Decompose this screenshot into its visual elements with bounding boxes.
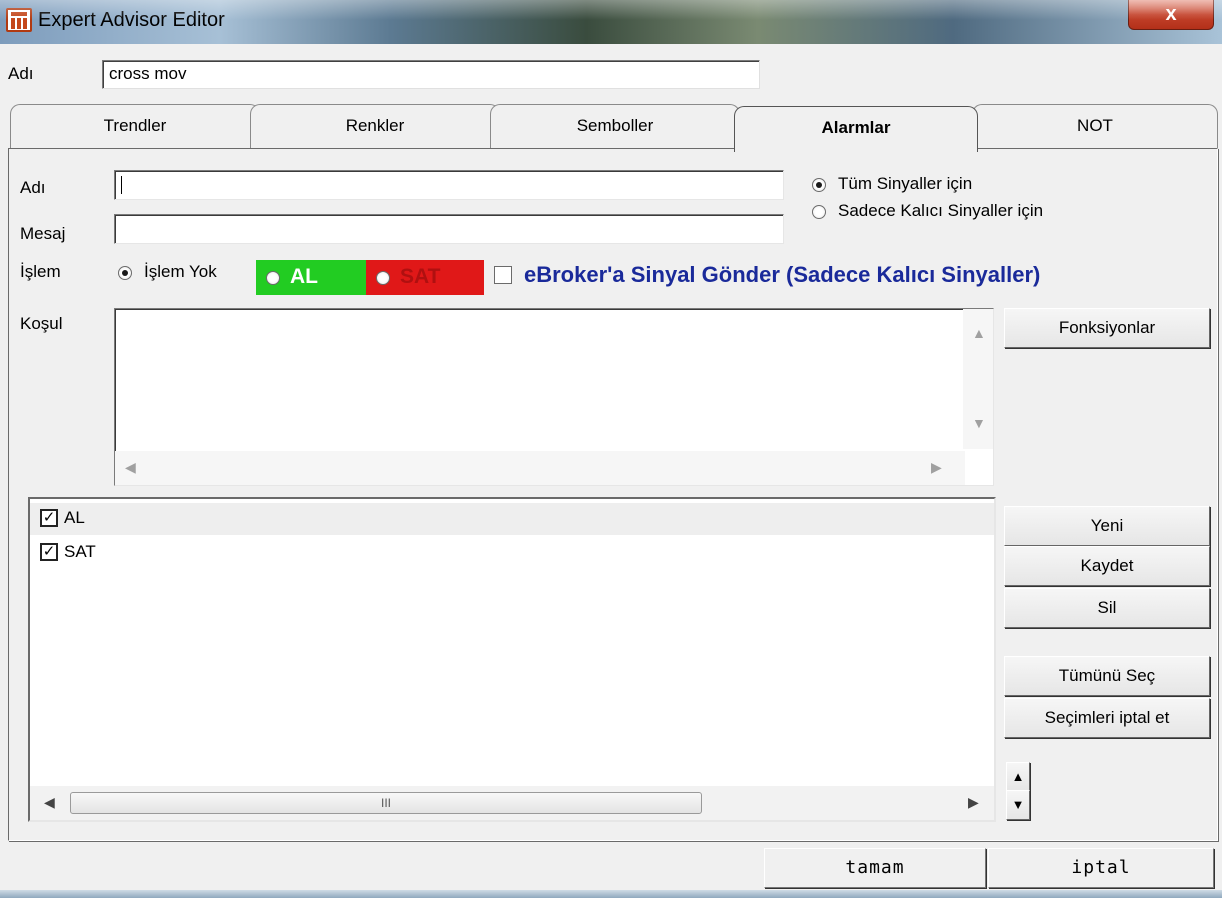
list-item-al-label: AL [64, 508, 85, 527]
ebroker-label: eBroker'a Sinyal Gönder (Sadece Kalıcı S… [524, 262, 1041, 287]
text-caret [121, 176, 122, 194]
list-item-sat-label: SAT [64, 542, 96, 561]
ok-button[interactable]: tamam [764, 848, 986, 888]
functions-button[interactable]: Fonksiyonlar [1004, 308, 1210, 348]
condition-textarea[interactable]: ▲ ▼ ◀ ▶ [114, 308, 994, 486]
list-scroll-thumb[interactable]: III [70, 792, 702, 814]
scope-persistent-label: Sadece Kalıcı Sinyaller için [838, 201, 1044, 220]
window-title: Expert Advisor Editor [38, 9, 225, 31]
action-sell-option[interactable]: SAT [366, 260, 484, 295]
scroll-up-icon[interactable]: ▲ [972, 325, 986, 341]
new-button[interactable]: Yeni [1004, 506, 1210, 546]
scroll-right-icon[interactable]: ▶ [931, 459, 942, 476]
tab-trendler[interactable]: Trendler [10, 104, 260, 148]
condition-label: Koşul [20, 314, 63, 333]
action-buy-radio[interactable] [266, 271, 280, 285]
move-down-button[interactable]: ▼ [1006, 790, 1030, 820]
close-button[interactable]: x [1128, 0, 1214, 30]
list-hscrollbar[interactable]: ◀ III ▶ [30, 786, 994, 820]
alarm-name-input[interactable] [114, 170, 784, 200]
move-up-button[interactable]: ▲ [1006, 762, 1030, 792]
action-sell-radio[interactable] [376, 271, 390, 285]
app-icon [6, 8, 32, 32]
action-sell-label: SAT [400, 265, 441, 288]
list-item-al-checkbox[interactable]: ✓ [40, 509, 58, 527]
alarm-list[interactable]: ✓ AL ✓ SAT ◀ III ▶ [28, 497, 996, 822]
title-bar[interactable]: Expert Advisor Editor x [0, 0, 1222, 44]
action-buy-label: AL [290, 265, 318, 288]
message-input[interactable] [114, 214, 784, 244]
select-all-button[interactable]: Tümünü Seç [1004, 656, 1210, 696]
window-bottom-edge [0, 890, 1222, 898]
alarm-name-label: Adı [20, 178, 46, 197]
scope-group: Tüm Sinyaller için Sadece Kalıcı Sinyall… [798, 168, 1208, 244]
action-label: İşlem [20, 262, 61, 281]
save-button[interactable]: Kaydet [1004, 546, 1210, 586]
message-label: Mesaj [20, 224, 66, 243]
tab-semboller[interactable]: Semboller [490, 104, 740, 148]
action-none-radio[interactable] [118, 266, 132, 280]
list-item-sat-checkbox[interactable]: ✓ [40, 543, 58, 561]
up-arrow-icon: ▲ [1011, 769, 1025, 784]
tab-alarmlar[interactable]: Alarmlar [734, 106, 978, 152]
ebroker-checkbox[interactable] [494, 266, 512, 284]
list-scroll-left-icon[interactable]: ◀ [44, 794, 55, 811]
scroll-down-icon[interactable]: ▼ [972, 415, 986, 431]
scope-all-radio[interactable] [812, 178, 826, 192]
cancel-button[interactable]: iptal [988, 848, 1214, 888]
selected-row-highlight [30, 503, 994, 535]
down-arrow-icon: ▼ [1011, 797, 1025, 812]
list-scroll-right-icon[interactable]: ▶ [968, 794, 979, 811]
scope-all-label: Tüm Sinyaller için [838, 174, 973, 193]
tab-not[interactable]: NOT [972, 104, 1218, 148]
scope-persistent-radio[interactable] [812, 205, 826, 219]
name-input[interactable]: cross mov [102, 60, 760, 89]
deselect-all-button[interactable]: Seçimleri iptal et [1004, 698, 1210, 738]
condition-hscrollbar[interactable]: ◀ ▶ [115, 451, 965, 485]
delete-button[interactable]: Sil [1004, 588, 1210, 628]
scroll-left-icon[interactable]: ◀ [125, 459, 136, 476]
name-label: Adı [8, 64, 34, 83]
action-none-label: İşlem Yok [144, 262, 217, 281]
tab-renkler[interactable]: Renkler [250, 104, 500, 148]
action-buy-option[interactable]: AL [256, 260, 366, 295]
condition-vscrollbar[interactable]: ▲ ▼ [963, 309, 993, 449]
